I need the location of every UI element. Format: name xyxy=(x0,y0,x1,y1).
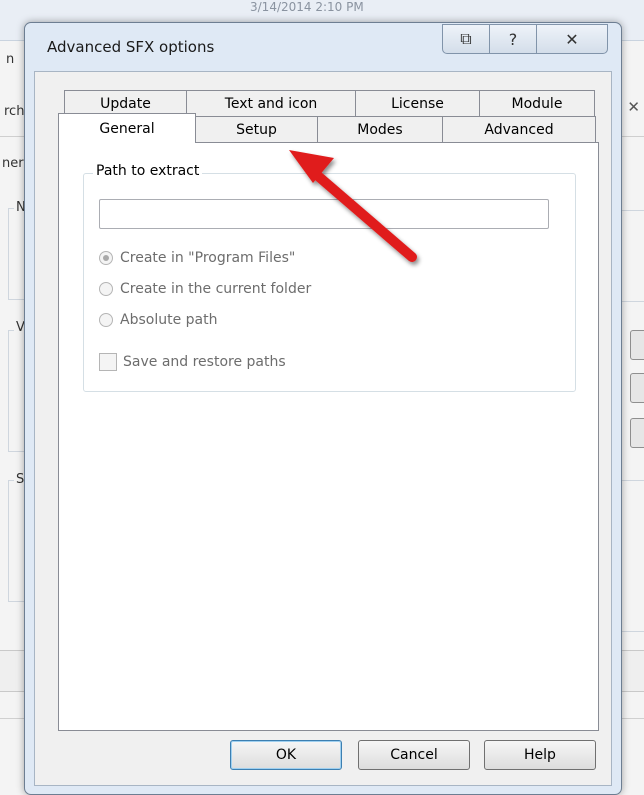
titlebar-buttons: ⧉ ? ✕ xyxy=(442,24,608,54)
tab-module[interactable]: Module xyxy=(479,90,595,117)
tab-setup[interactable]: Setup xyxy=(195,116,318,143)
background-button[interactable] xyxy=(630,373,644,403)
ok-button[interactable]: OK xyxy=(230,740,342,770)
tab-license[interactable]: License xyxy=(355,90,480,117)
radio-button[interactable] xyxy=(99,251,113,265)
checkbox-label: Save and restore paths xyxy=(123,354,286,370)
background-button[interactable] xyxy=(630,330,644,360)
help-icon[interactable]: ? xyxy=(489,24,537,54)
background-button[interactable] xyxy=(630,418,644,448)
background-date-text: 3/14/2014 2:10 PM xyxy=(250,0,364,14)
radio-label: Create in the current folder xyxy=(120,281,312,297)
background-tab-general-fragment[interactable]: ner xyxy=(2,156,24,171)
radio-button[interactable] xyxy=(99,313,113,327)
radio-program-files[interactable]: Create in "Program Files" xyxy=(99,250,295,266)
radio-current-folder[interactable]: Create in the current folder xyxy=(99,281,311,297)
tab-modes[interactable]: Modes xyxy=(317,116,443,143)
background-label-fragment: n xyxy=(6,52,15,67)
background-close-icon[interactable]: ✕ xyxy=(627,98,640,116)
restore-icon[interactable]: ⧉ xyxy=(442,24,490,54)
radio-label: Create in "Program Files" xyxy=(120,250,296,266)
tab-row-front: General Setup Modes Advanced xyxy=(58,113,596,143)
help-button[interactable]: Help xyxy=(484,740,596,770)
close-icon[interactable]: ✕ xyxy=(536,24,608,54)
path-to-extract-label: Path to extract xyxy=(93,163,203,179)
radio-absolute-path[interactable]: Absolute path xyxy=(99,312,217,328)
tab-text-and-icon[interactable]: Text and icon xyxy=(186,90,356,117)
tab-advanced[interactable]: Advanced xyxy=(442,116,596,143)
dialog-titlebar[interactable]: Advanced SFX options ⧉ ? ✕ xyxy=(25,23,621,71)
dialog-client-area: Update Text and icon License Module Gene… xyxy=(34,71,612,786)
checkbox-box[interactable] xyxy=(99,353,117,371)
dialog-title: Advanced SFX options xyxy=(47,38,215,56)
cancel-button[interactable]: Cancel xyxy=(358,740,470,770)
advanced-sfx-options-dialog: Advanced SFX options ⧉ ? ✕ Update Text a… xyxy=(24,22,622,795)
general-tab-panel: Path to extract Create in "Program Files… xyxy=(58,142,599,731)
radio-label: Absolute path xyxy=(120,312,218,328)
path-input[interactable] xyxy=(99,199,549,229)
background-tab-fragment: rch xyxy=(4,104,25,119)
tab-general[interactable]: General xyxy=(58,113,196,143)
radio-button[interactable] xyxy=(99,282,113,296)
save-restore-paths-checkbox[interactable]: Save and restore paths xyxy=(99,353,286,371)
